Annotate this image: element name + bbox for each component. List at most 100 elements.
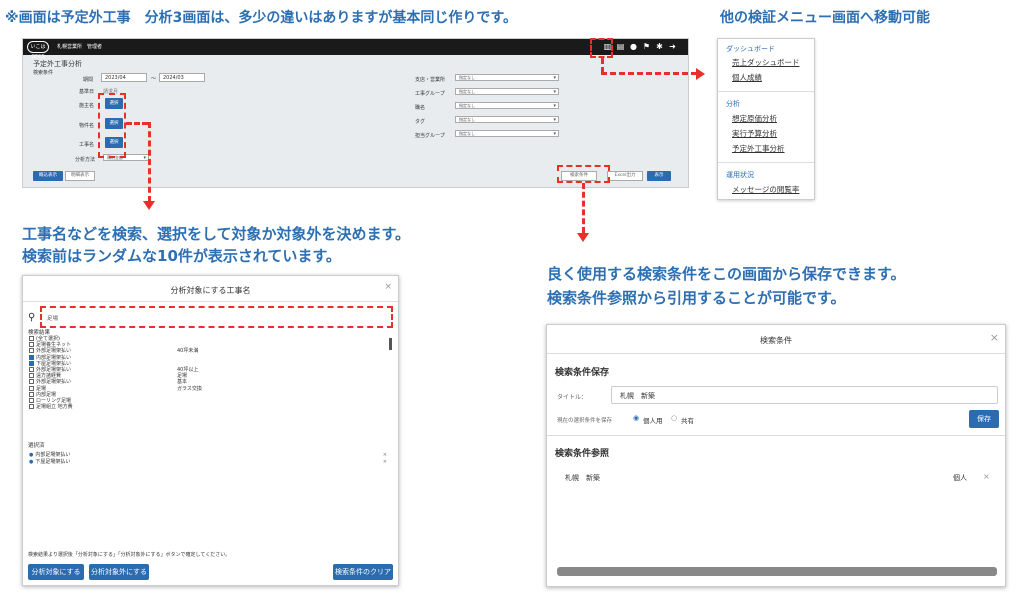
flag-icon[interactable]: ⚑	[642, 42, 651, 51]
branch-select[interactable]: 指定なし	[455, 74, 559, 81]
menu-header-operation: 運用状況	[726, 171, 754, 179]
checkbox[interactable]	[29, 385, 34, 391]
horizontal-scrollbar[interactable]	[557, 567, 997, 576]
modal2-divider	[547, 353, 1005, 354]
branch-label: 支店・営業所	[415, 77, 446, 83]
arrow-down	[143, 201, 155, 210]
menu-item-budget[interactable]: 実行予算分析	[732, 128, 777, 139]
work-group-select[interactable]: 指定なし	[455, 88, 559, 95]
result-item[interactable]: 遠方諸経費 足場	[29, 373, 389, 379]
search-icon: ⚲	[28, 312, 36, 323]
chat-icon[interactable]: ●	[629, 42, 638, 51]
remove-icon[interactable]: ×	[383, 452, 387, 459]
result-label: 足場	[36, 385, 47, 392]
title-input[interactable]: 札幌 新築	[611, 386, 998, 404]
checkbox[interactable]	[29, 404, 34, 410]
checkbox[interactable]	[29, 354, 34, 360]
job-select[interactable]: 指定なし	[455, 102, 559, 109]
app-logo[interactable]: いこはOFCS	[27, 41, 49, 60]
checkbox[interactable]	[29, 342, 34, 348]
staff-group-label: 担当グループ	[415, 133, 445, 139]
period-label: 期間	[83, 77, 94, 83]
work-label: 工事名	[79, 142, 95, 148]
detail-button[interactable]: 明細表示	[65, 171, 95, 181]
checkbox[interactable]	[29, 373, 34, 379]
result-item[interactable]: 外部足場架払い 40坪以上	[29, 367, 389, 373]
radio-personal-icon[interactable]: ◉	[633, 414, 639, 422]
scrollbar[interactable]	[389, 338, 392, 350]
title-input-value: 札幌 新築	[620, 392, 655, 400]
tag-select[interactable]: 指定なし	[455, 116, 559, 123]
set-target-button[interactable]: 分析対象にする	[28, 564, 84, 580]
radio-shared-label: 共有	[681, 417, 694, 425]
result-item[interactable]: 足場組立 地方費	[29, 404, 389, 410]
arrow-down	[577, 233, 589, 242]
checkbox[interactable]	[29, 379, 34, 385]
close-icon[interactable]: ×	[384, 282, 392, 292]
result-item[interactable]: 足場 ガラス交換	[29, 385, 389, 392]
logout-icon[interactable]: ➜	[668, 42, 677, 51]
gear-icon[interactable]: ✱	[655, 42, 664, 51]
menu-item-unplanned-work[interactable]: 予定外工事分析	[732, 143, 785, 154]
save-button[interactable]: 保存	[969, 410, 999, 428]
highlight-select-buttons	[98, 93, 126, 158]
checkbox[interactable]	[29, 336, 34, 341]
close-icon[interactable]: ×	[990, 331, 999, 344]
document-icon[interactable]: ▤	[616, 42, 625, 51]
page-title: 予定外工事分析	[33, 60, 82, 68]
set-excluded-button[interactable]: 分析対象外にする	[89, 564, 149, 580]
date-to-input[interactable]: 2024/03	[159, 73, 205, 82]
radio-shared-icon[interactable]: ○	[671, 414, 677, 422]
result-item[interactable]: 下屋足場架払い	[29, 360, 389, 367]
selected-item: ● 内部足場架払い ×	[29, 452, 391, 459]
save-section-header: 検索条件保存	[555, 368, 610, 378]
menu-item-expected-cost[interactable]: 想定原価分析	[732, 113, 777, 124]
owner-label: 施主名	[79, 103, 95, 109]
overview-button[interactable]: 概込表示	[33, 171, 63, 181]
checkbox[interactable]	[29, 391, 34, 397]
check-circle-icon: ●	[29, 459, 34, 465]
modal2-divider	[547, 435, 1005, 436]
title-label: タイトル：	[557, 394, 588, 401]
modal1-title: 分析対象にする工事名	[170, 286, 251, 295]
result-item[interactable]: 外部足場架払い 40坪未満	[29, 348, 389, 354]
highlight-search-cond	[557, 165, 610, 183]
hint-text: 検索結果より選択後「分析対象にする」「分析対象外にする」ボタンで確定してください…	[28, 552, 231, 558]
menu-header-analysis: 分析	[726, 100, 740, 108]
arrow-right	[696, 68, 705, 80]
clear-conditions-button[interactable]: 検索条件のクリア	[333, 564, 393, 580]
show-button[interactable]: 表示	[647, 171, 671, 181]
selected-label: 選択済	[28, 443, 45, 449]
excel-export-button[interactable]: Excel出力	[607, 171, 643, 181]
result-item[interactable]: 内部足場架払い	[29, 354, 389, 361]
result-item[interactable]: 外部足場架払い 基本	[29, 379, 389, 385]
connector-line	[601, 72, 697, 75]
search-conditions-modal: 検索条件 × 検索条件保存 タイトル： 札幌 新築 現在の選択条件を保存 ◉ 個…	[546, 324, 1006, 587]
result-label: 外部足場架払い	[36, 348, 72, 355]
checkbox[interactable]	[29, 348, 34, 354]
results-label: 検索結果	[28, 330, 51, 336]
delete-icon[interactable]: ×	[983, 472, 990, 481]
caption-top-left: ※画面は予定外工事 分析3画面は、多少の違いはありますが基本同じ作りです。	[5, 10, 517, 26]
top-bar: いこはOFCS 札幌営業所 管理者 ▥ ▤ ● ⚑ ✱ ➜	[23, 39, 688, 60]
checkbox[interactable]	[29, 360, 34, 366]
result-note: ガラス交換	[177, 385, 202, 392]
staff-group-select[interactable]: 指定なし	[455, 130, 559, 137]
check-circle-icon: ●	[29, 452, 34, 458]
connector-line	[582, 183, 585, 233]
menu-divider	[718, 91, 814, 92]
result-item[interactable]: 足場養生ネット	[29, 342, 389, 348]
job-label: 職名	[415, 105, 426, 111]
menu-item-message-rate[interactable]: メッセージの閲覧率	[732, 184, 799, 195]
checkbox[interactable]	[29, 367, 34, 372]
menu-item-personal-results[interactable]: 個人成績	[732, 72, 762, 83]
date-from-input[interactable]: 2023/04	[101, 73, 147, 82]
result-item[interactable]: (全て選択)	[29, 336, 389, 342]
connector-line	[148, 122, 151, 202]
remove-icon[interactable]: ×	[383, 459, 387, 466]
checkbox[interactable]	[29, 398, 34, 403]
ref-item-title[interactable]: 札幌 新築	[565, 473, 600, 483]
menu-item-sales-dashboard[interactable]: 売上ダッシュボード	[732, 57, 800, 68]
result-item[interactable]: ローリング足場	[29, 398, 389, 404]
result-item[interactable]: 内部足場	[29, 391, 389, 398]
